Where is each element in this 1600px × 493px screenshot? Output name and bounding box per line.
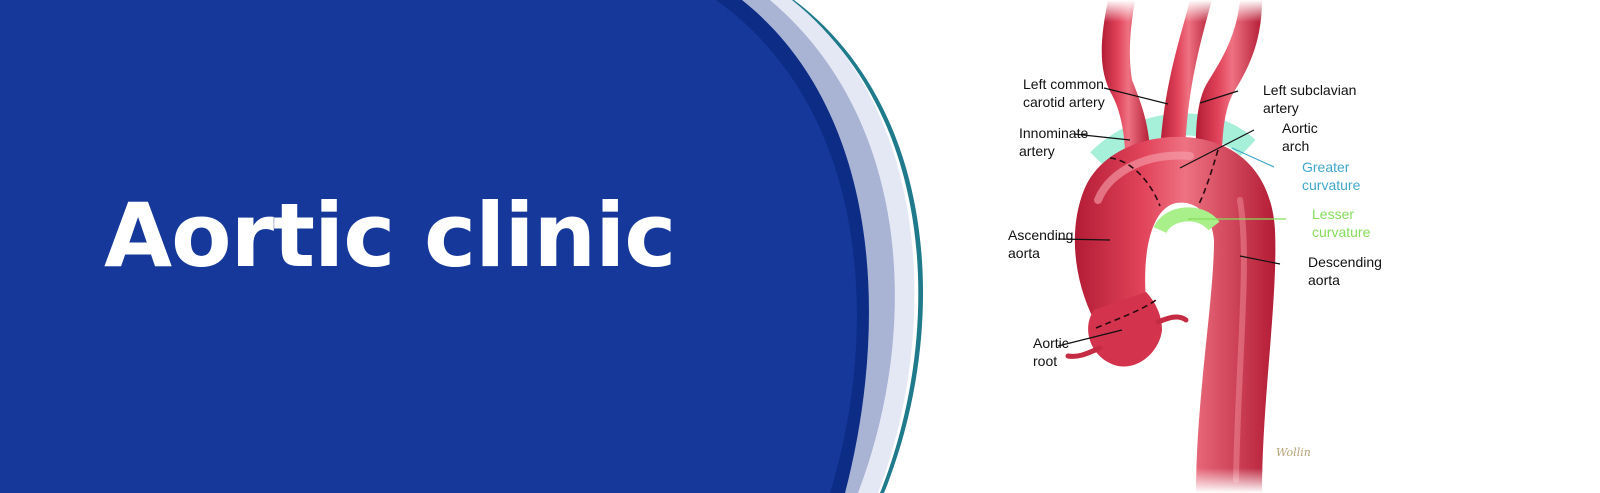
aortic-clinic-banner: Aortic clinic Left common carotid artery… [0, 0, 1600, 493]
illustrator-signature: Wollin [1276, 446, 1311, 459]
label-line: aorta [1008, 245, 1040, 261]
label-line: Left subclavian [1263, 82, 1357, 98]
label-line: curvature [1302, 177, 1361, 193]
aorta-illustration [1057, 0, 1286, 493]
label-line: Innominate [1019, 125, 1089, 141]
label-line: root [1033, 353, 1058, 369]
label-left-subclavian-artery: Left subclavian artery [1263, 81, 1356, 117]
label-aortic-root: Aortic root [1033, 334, 1069, 370]
label-innominate-artery: Innominate artery [1019, 124, 1088, 160]
label-line: Aortic [1282, 120, 1318, 136]
label-left-common-carotid-artery: Left common carotid artery [1023, 75, 1105, 111]
label-line: curvature [1312, 224, 1371, 240]
label-line: Descending [1308, 254, 1382, 270]
top-fade [1090, 0, 1280, 22]
label-ascending-aorta: Ascending aorta [1008, 226, 1073, 262]
label-lesser-curvature: Lesser curvature [1312, 205, 1370, 241]
label-line: arch [1282, 138, 1310, 154]
innominate-artery [1101, 0, 1150, 150]
label-line: Aortic [1033, 335, 1069, 351]
label-line: artery [1019, 143, 1055, 159]
label-line: Greater [1302, 159, 1350, 175]
label-descending-aorta: Descending aorta [1308, 253, 1382, 289]
label-greater-curvature: Greater curvature [1302, 158, 1360, 194]
label-line: aorta [1308, 272, 1340, 288]
label-line: artery [1263, 100, 1299, 116]
lesser-curvature-highlight [1153, 207, 1220, 234]
label-line: Left common [1023, 76, 1104, 92]
label-line: Ascending [1008, 227, 1074, 243]
label-aortic-arch: Aortic arch [1282, 119, 1318, 155]
label-line: Lesser [1312, 206, 1355, 222]
bottom-fade [1180, 468, 1280, 493]
label-line: carotid artery [1023, 94, 1105, 110]
coronary-branch-right [1155, 314, 1189, 325]
coronary-branch-left [1065, 345, 1103, 359]
